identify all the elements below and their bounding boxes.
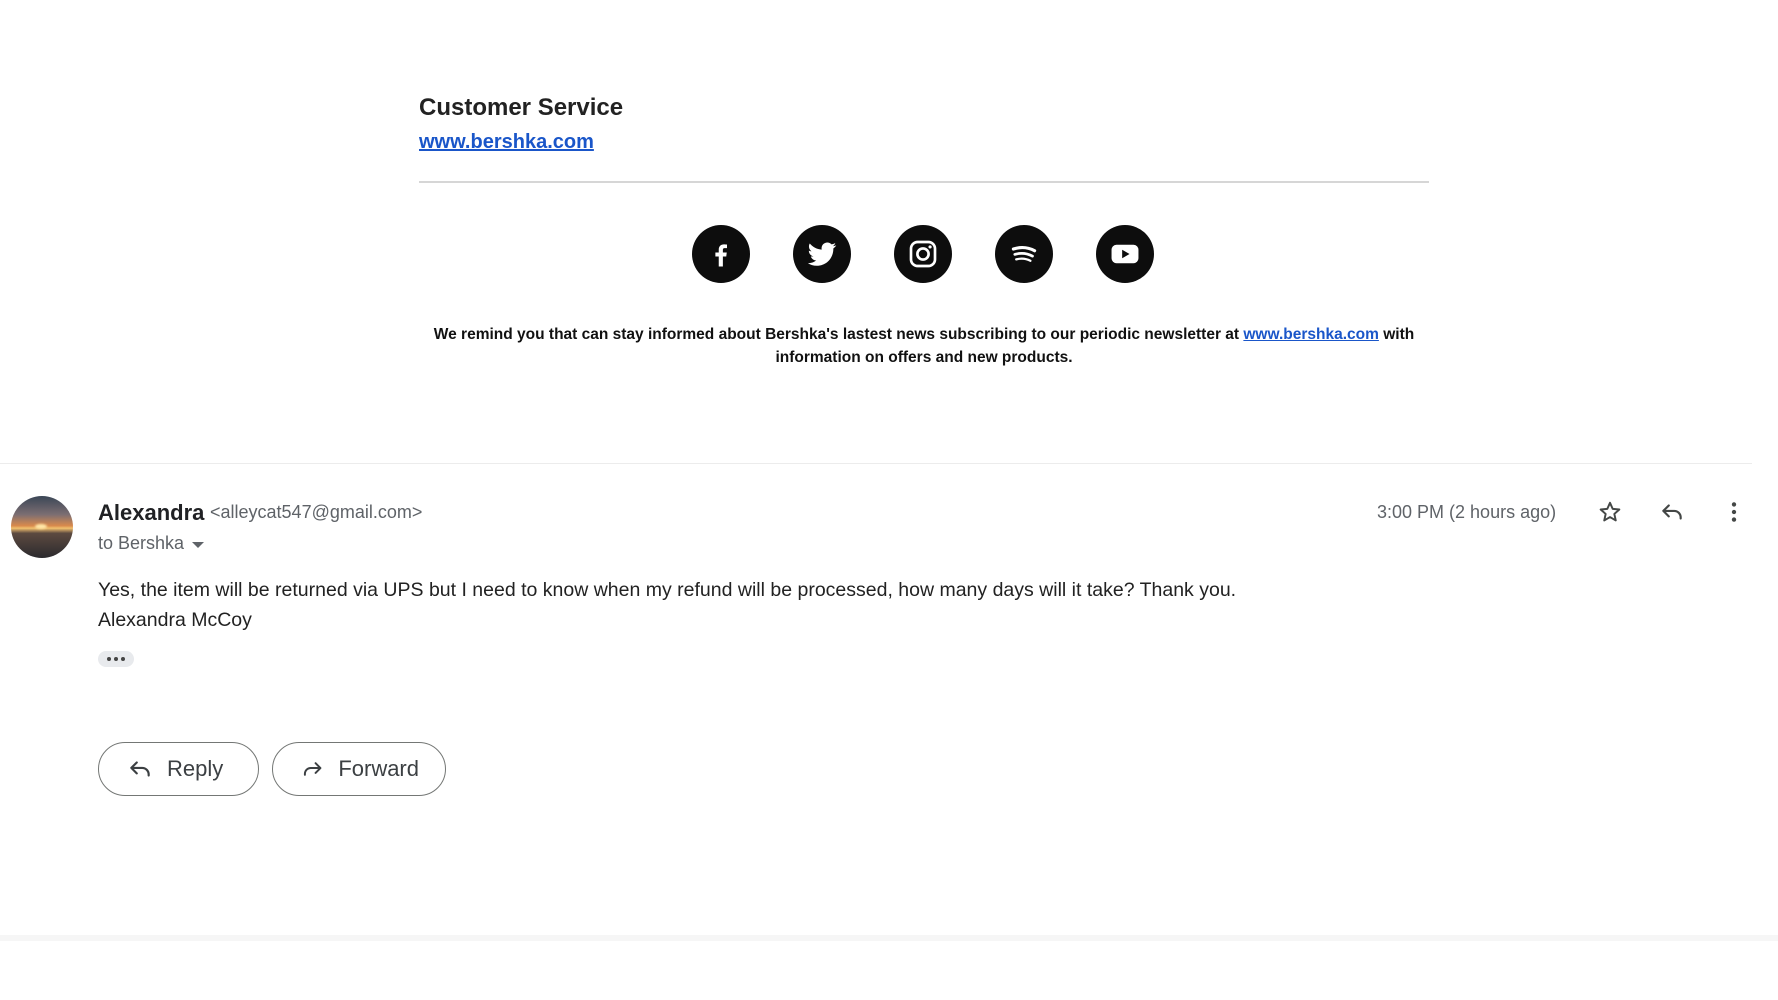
sender-name: Alexandra [98,500,205,525]
message-timestamp: 3:00 PM (2 hours ago) [1377,502,1557,522]
reply-icon [1662,504,1682,520]
instagram-icon[interactable] [894,225,952,283]
divider [419,181,1429,183]
show-trimmed-content-button[interactable] [98,651,134,667]
reply-label: Reply [167,756,224,781]
reminder-text: We remind you that can stay informed abo… [433,326,1240,343]
newsletter-reminder: We remind you that can stay informed abo… [419,323,1429,369]
twitter-icon[interactable] [793,225,851,283]
social-icons [692,225,1154,283]
star-icon [1599,501,1621,522]
message-body: Yes, the item will be returned via UPS b… [98,575,1236,635]
message-body-line: Yes, the item will be returned via UPS b… [98,579,1237,601]
message-separator [0,463,1752,464]
reminder-website-link[interactable]: www.bershka.com [1243,326,1379,343]
forward-label: Forward [338,756,419,781]
bottom-divider [0,935,1778,941]
avatar[interactable] [11,496,73,558]
sender-email: <alleycat547@gmail.com> [210,502,423,522]
more-vert-icon [1731,502,1737,522]
chevron-down-icon [192,541,205,548]
recipients-label: to Bershka [98,533,185,553]
forward-icon [303,762,322,776]
facebook-icon[interactable] [692,225,750,283]
youtube-icon[interactable] [1096,225,1154,283]
reply-button[interactable]: Reply [98,742,259,796]
message-signature-line: Alexandra McCoy [98,609,252,631]
signature-title: Customer Service [419,94,624,121]
more-options-button[interactable] [1716,494,1752,530]
reply-icon-button[interactable] [1654,494,1690,530]
spotify-icon[interactable] [995,225,1053,283]
signature-website-link[interactable]: www.bershka.com [419,131,594,154]
forward-button[interactable]: Forward [272,742,446,796]
reply-icon [130,761,150,777]
star-button[interactable] [1592,494,1628,530]
recipients-toggle[interactable]: to Bershka [98,533,205,554]
